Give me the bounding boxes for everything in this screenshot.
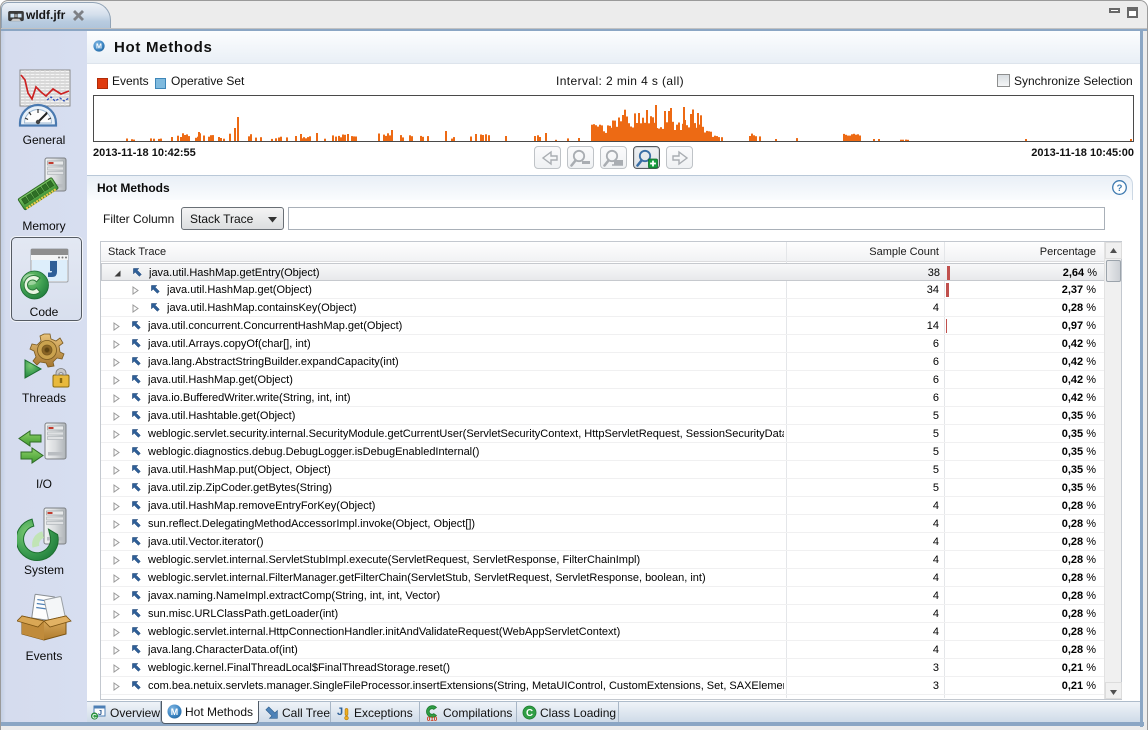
svg-text:C: C <box>92 713 97 720</box>
svg-text:010: 010 <box>427 716 438 721</box>
svg-text:M: M <box>171 707 178 717</box>
svg-text:C: C <box>526 708 533 719</box>
svg-text:?: ? <box>1117 183 1123 194</box>
svg-text:J: J <box>337 706 343 718</box>
svg-text:M: M <box>96 43 102 51</box>
svg-text:J: J <box>98 708 102 717</box>
